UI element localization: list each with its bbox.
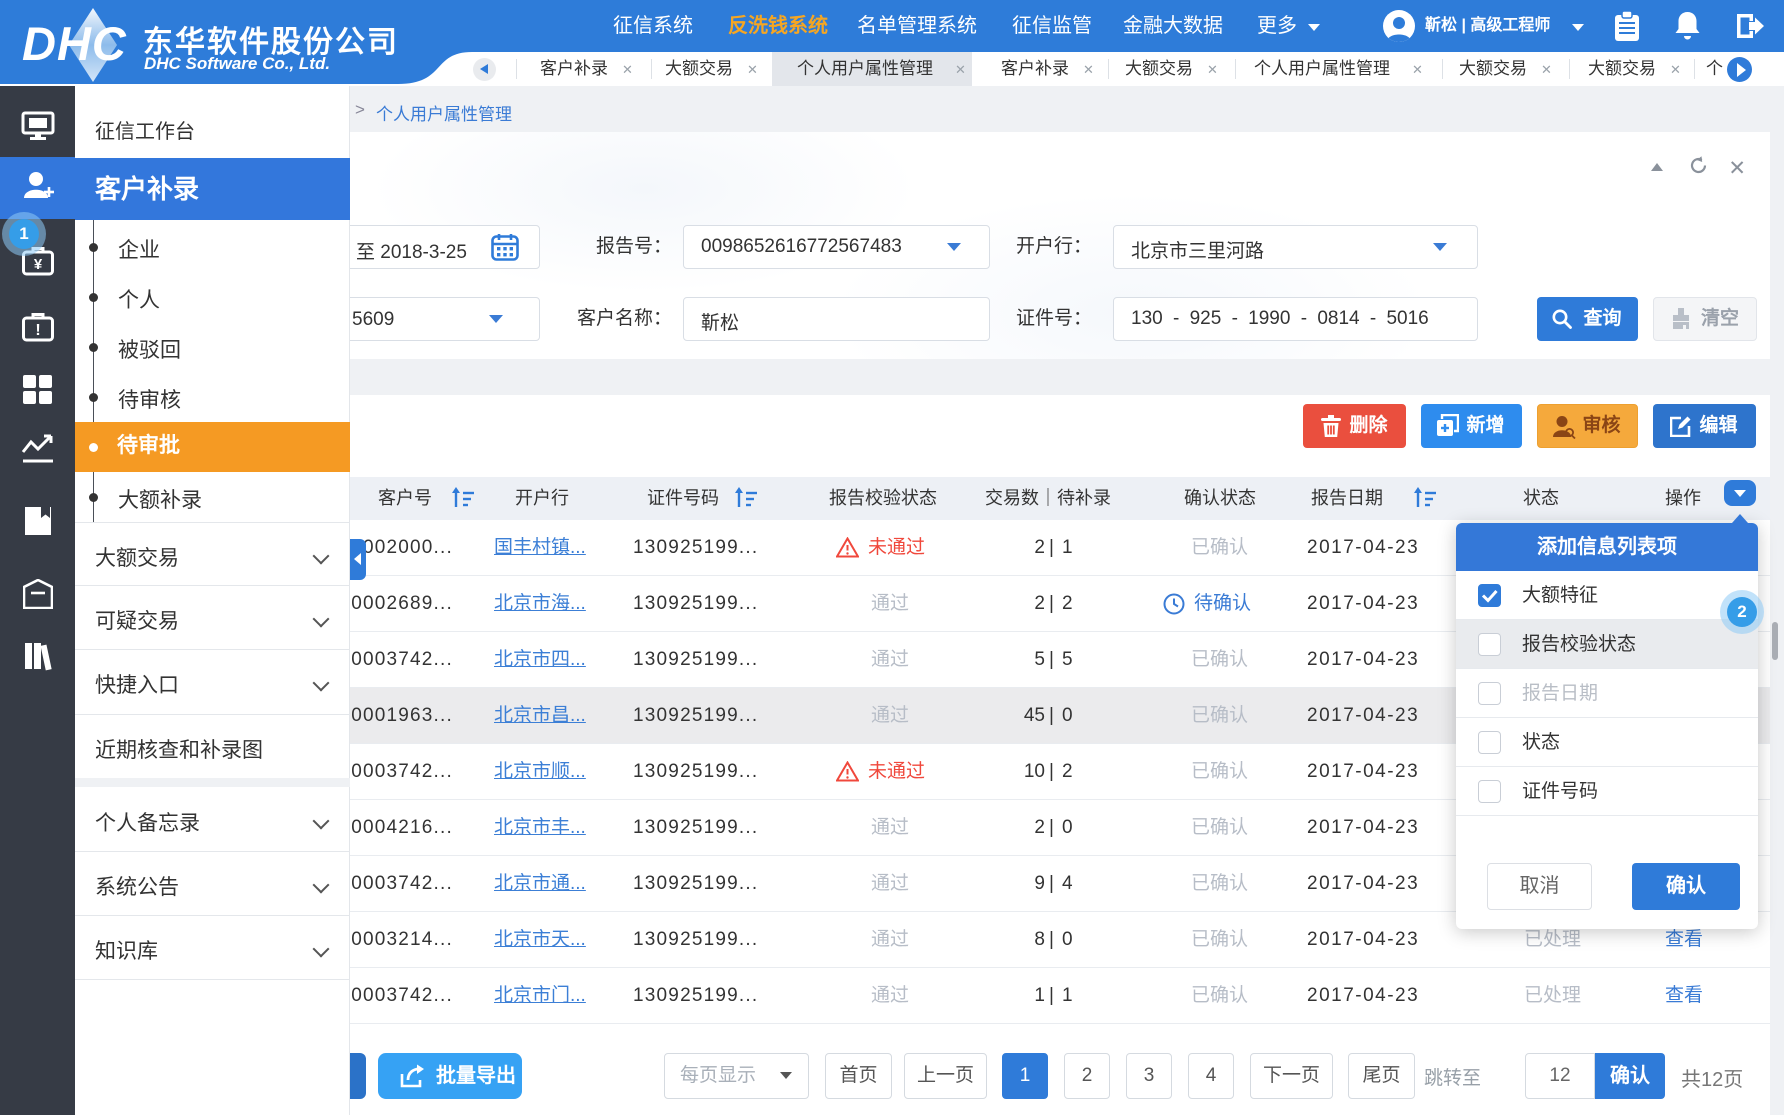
svg-text:¥: ¥: [34, 256, 43, 273]
svg-text:!: !: [35, 322, 40, 339]
